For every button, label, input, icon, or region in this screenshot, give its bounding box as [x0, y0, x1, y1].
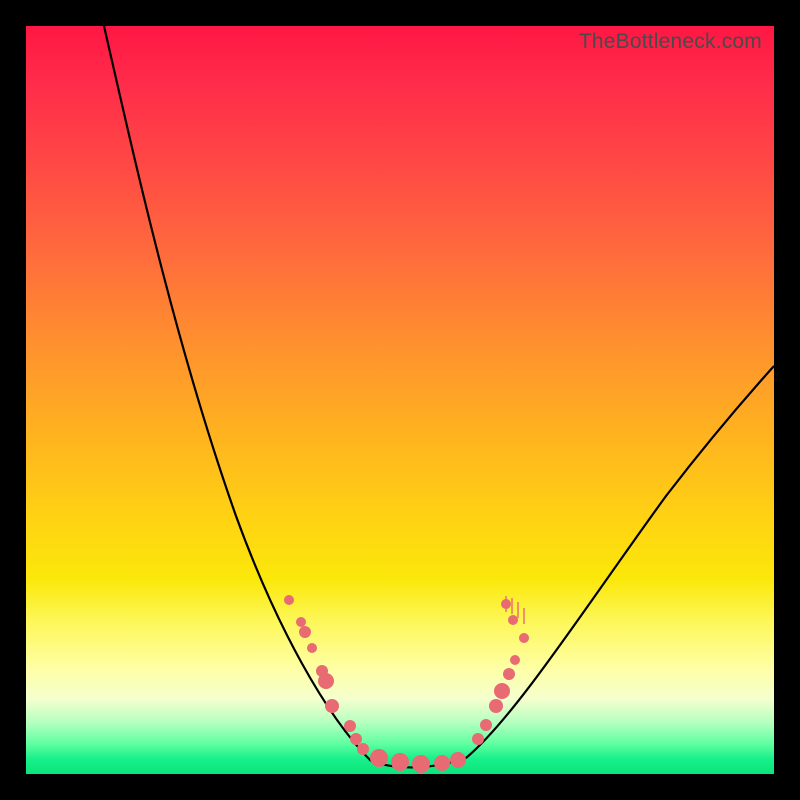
beads: [284, 595, 529, 773]
left-branch: [104, 26, 371, 761]
bottleneck-curve: [26, 26, 774, 774]
chart-frame: TheBottleneck.com: [26, 26, 774, 774]
right-branch: [466, 366, 774, 758]
